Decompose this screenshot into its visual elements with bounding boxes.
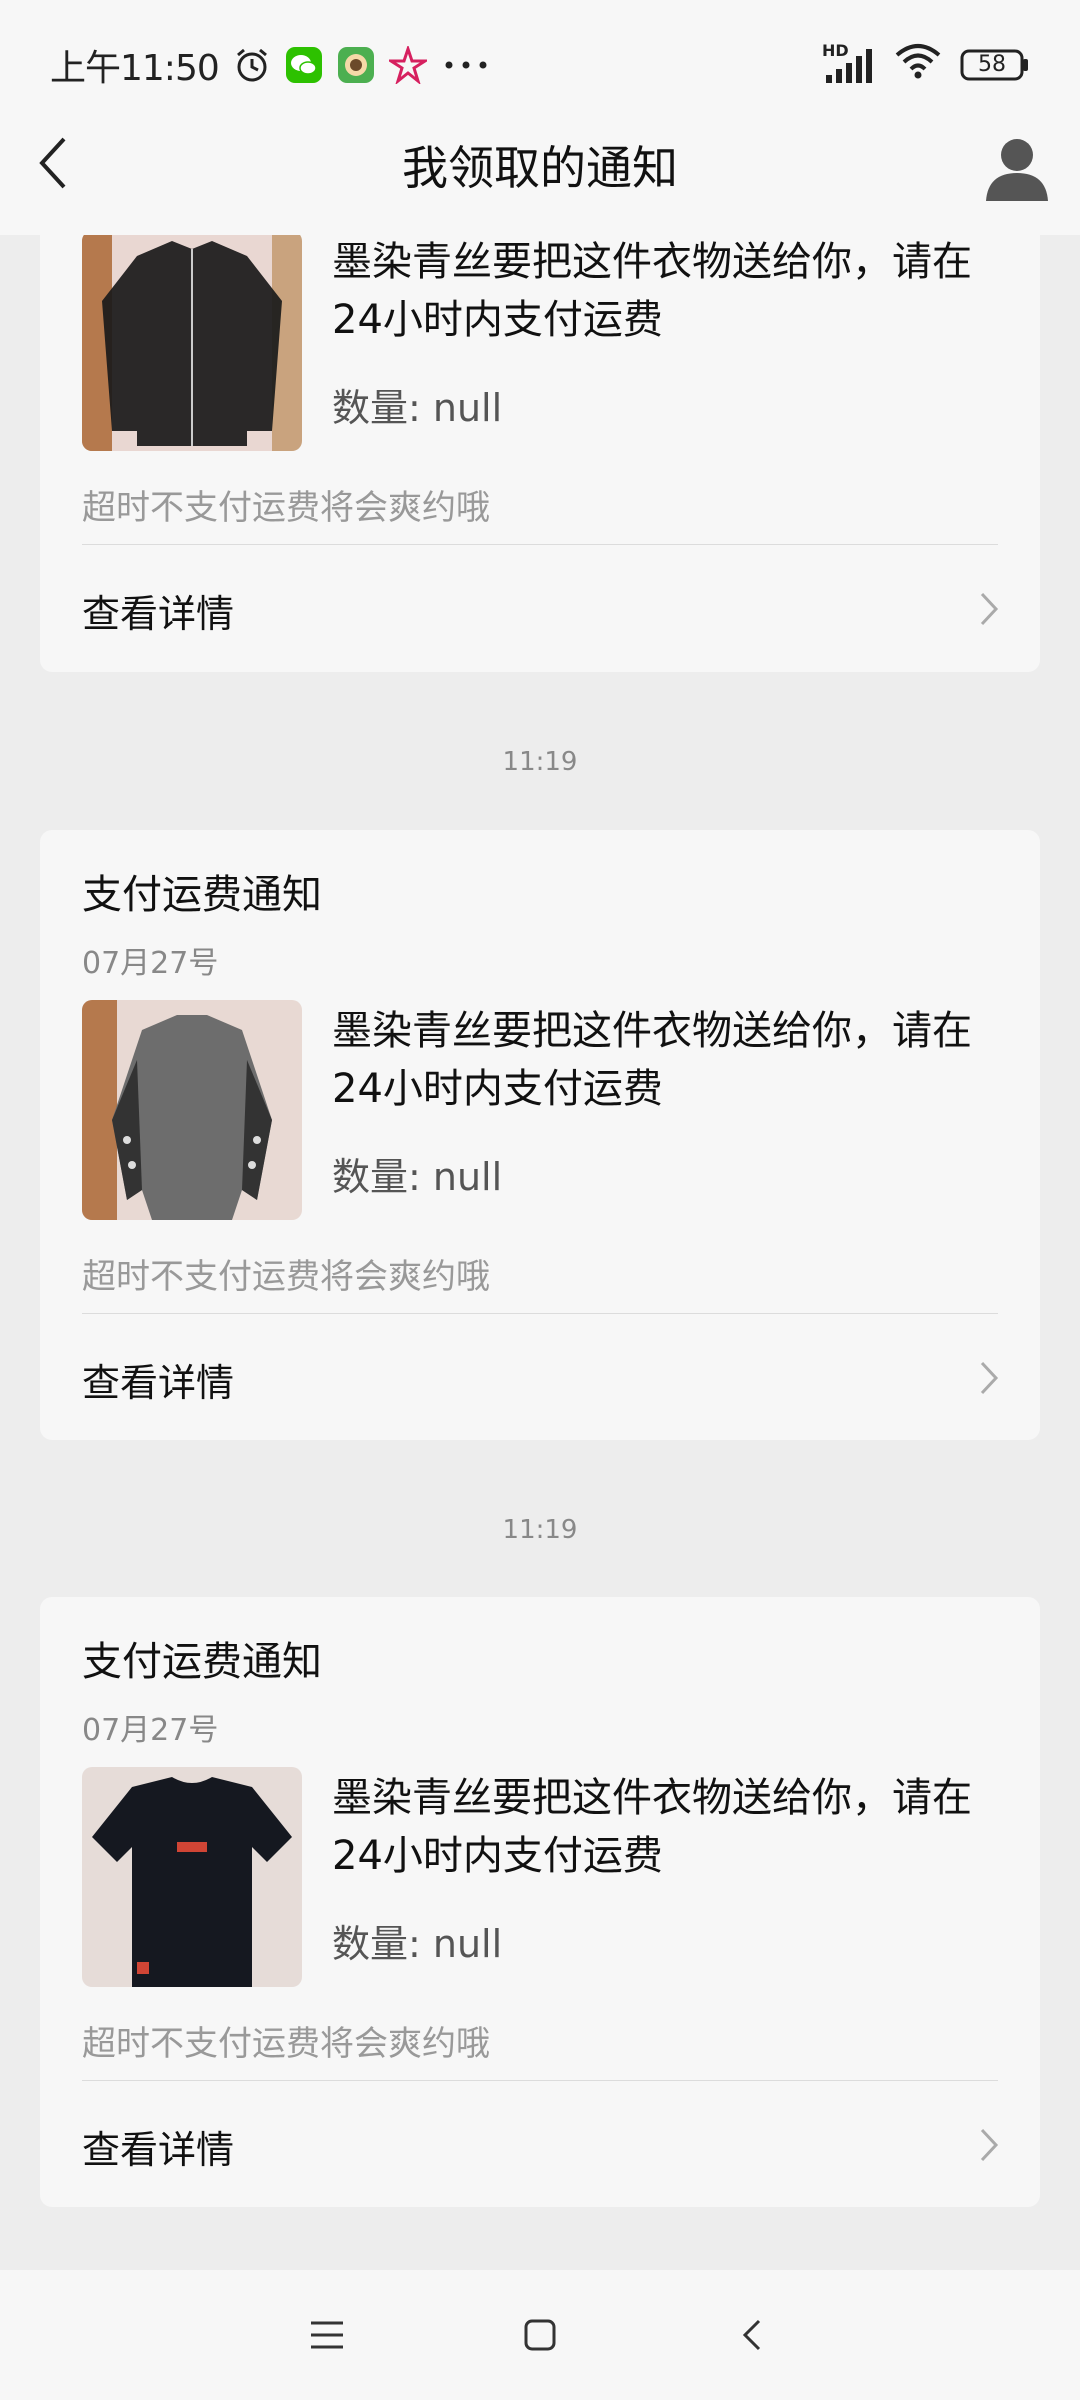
notification-message: 墨染青丝要把这件衣物送给你，请在24小时内支付运费 xyxy=(332,1775,972,1879)
battery-level: 58 xyxy=(978,52,1006,77)
notification-card: 支付运费通知 07月27号 墨染青丝要把这件衣物送给你，请在24小时内支付运费 … xyxy=(40,1597,1040,2207)
screen: 上午11:50 HD 58 墨染青丝要把这件衣物送给你，请在24小时内支付运费 … xyxy=(0,0,1080,2400)
clothing-thumbnail[interactable] xyxy=(82,231,302,451)
divider xyxy=(82,1313,998,1314)
timestamp: 11:19 xyxy=(502,1515,578,1545)
notification-message: 墨染青丝要把这件衣物送给你，请在24小时内支付运费 xyxy=(332,239,972,343)
card-date: 07月27号 xyxy=(82,1713,219,1748)
network-label: HD xyxy=(822,41,849,60)
signal-icon: HD xyxy=(822,41,876,85)
navigation-bar: 我领取的通知 xyxy=(0,95,1080,235)
status-right: HD 58 xyxy=(822,41,1030,90)
divider xyxy=(82,544,998,545)
chevron-right-icon[interactable] xyxy=(974,589,1004,629)
app-icon xyxy=(337,46,375,84)
wifi-icon xyxy=(894,41,942,90)
page-title: 我领取的通知 xyxy=(402,141,678,195)
notification-card: 支付运费通知 07月27号 墨染青丝要把这件衣物送给你，请在24小时内支付运费 … xyxy=(40,830,1040,1440)
timeout-hint: 超时不支付运费将会爽约哦 xyxy=(82,2024,490,2064)
battery-icon: 58 xyxy=(960,48,1030,82)
notification-message: 墨染青丝要把这件衣物送给你，请在24小时内支付运费 xyxy=(332,1008,972,1112)
menu-icon[interactable] xyxy=(297,2305,357,2365)
more-dots-icon xyxy=(441,46,491,84)
timeout-hint: 超时不支付运费将会爽约哦 xyxy=(82,488,490,528)
wechat-icon xyxy=(285,46,323,84)
timeout-hint: 超时不支付运费将会爽约哦 xyxy=(82,1257,490,1297)
system-navigation-bar xyxy=(0,2270,1080,2400)
card-title: 支付运费通知 xyxy=(82,872,322,918)
alarm-icon xyxy=(233,46,271,84)
quantity-text: 数量: null xyxy=(332,1155,503,1199)
divider xyxy=(82,2080,998,2081)
clothing-thumbnail[interactable] xyxy=(82,1767,302,1987)
card-date: 07月27号 xyxy=(82,946,219,981)
status-time: 上午11:50 xyxy=(50,48,220,89)
star-icon xyxy=(388,46,427,84)
user-avatar-icon[interactable] xyxy=(982,133,1052,203)
card-title: 支付运费通知 xyxy=(82,1639,322,1685)
clothing-thumbnail[interactable] xyxy=(82,1000,302,1220)
back-arrow-icon[interactable] xyxy=(24,133,84,193)
home-icon[interactable] xyxy=(510,2305,570,2365)
chevron-right-icon[interactable] xyxy=(974,1358,1004,1398)
view-details-link[interactable]: 查看详情 xyxy=(82,583,234,638)
chevron-right-icon[interactable] xyxy=(974,2125,1004,2165)
view-details-link[interactable]: 查看详情 xyxy=(82,2119,234,2174)
back-icon[interactable] xyxy=(723,2305,783,2365)
quantity-text: 数量: null xyxy=(332,386,503,430)
quantity-text: 数量: null xyxy=(332,1922,503,1966)
timestamp: 11:19 xyxy=(502,747,578,777)
view-details-link[interactable]: 查看详情 xyxy=(82,1352,234,1407)
